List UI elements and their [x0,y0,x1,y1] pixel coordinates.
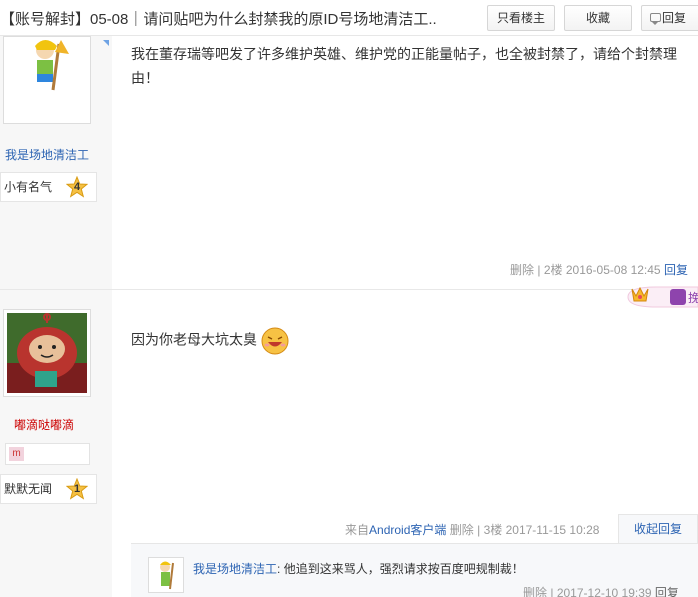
reply-button-label: 回复 [662,11,687,25]
teletubby-avatar-icon [7,313,87,393]
delete-link[interactable]: 删除 [523,586,547,597]
post-tail: 删除 | 2楼 2016-05-08 12:45 回复 [510,261,688,278]
delete-link[interactable]: 删除 [510,263,534,277]
sub-reply-content: 他追到这来骂人，强烈请求按百度吧规制裁！ [283,562,524,576]
separator: | [537,263,541,277]
fold-reply-button[interactable]: 收起回复 [618,514,698,544]
sub-reply-text: 我是场地清洁工: 他追到这来骂人，强烈请求按百度吧规制裁！ [193,560,524,577]
floor-number: 3楼 [483,523,503,537]
thread-title: 【账号解封】05-08｜请问贴吧为什么封禁我的原ID号场地清洁工.. [0,11,437,28]
level-badge[interactable]: 小有名气 4 [0,172,97,202]
favorite-button[interactable]: 收藏 [564,5,632,31]
source-prefix: 来自 [345,523,370,537]
level-star-icon: 4 [65,175,89,198]
thread-header: 【账号解封】05-08｜请问贴吧为什么封禁我的原ID号场地清洁工.. 只看楼主 … [0,0,698,36]
crown-icon[interactable]: 挽 [614,283,698,311]
level-number: 1 [73,483,81,495]
separator: | [477,523,481,537]
level-star-icon: 1 [65,477,89,500]
avatar[interactable] [3,36,91,124]
floor-number: 2楼 [543,263,563,277]
sub-reply-tail: 删除 | 2017-12-10 19:39 回复 [523,584,679,597]
username-text: 嘟滴哒嘟滴 [14,418,75,432]
sub-reply: 我是场地清洁工: 他追到这来骂人，强烈请求按百度吧规制裁！ 删除 | 2017-… [131,543,698,597]
level-badge[interactable]: 默默无闻 1 [0,474,97,504]
colon: : [277,562,281,576]
avatar[interactable] [3,309,91,397]
post-content: 我在董存瑞等吧发了许多维护英雄、维护党的正能量帖子，也全被封禁了，请给个封禁理由… [131,46,677,86]
reply-link[interactable]: 回复 [655,586,679,597]
svg-text:挽: 挽 [688,291,698,305]
post-time: 2016-05-08 12:45 [565,263,661,277]
post-tail: 来自Android客户端 删除 | 3楼 2017-11-15 10:28 [345,521,599,538]
member-badge[interactable]: m [5,443,90,465]
level-name: 默默无闻 [4,482,53,496]
post-text: 因为你老母大坑太臭 [131,331,257,348]
post-content: 因为你老母大坑太臭 [131,327,289,355]
delete-link[interactable]: 删除 [450,523,474,537]
reply-button[interactable]: 回复 [641,5,698,31]
badge-m-icon: m [9,447,24,461]
reply-link[interactable]: 回复 [664,263,688,277]
username[interactable]: 嘟滴哒嘟滴 [0,416,74,433]
corner-mark-icon [103,40,109,46]
sub-reply-username[interactable]: 我是场地清洁工 [193,562,277,576]
smile-emoji-icon [261,327,289,355]
username[interactable]: 我是场地清洁工 [5,146,89,163]
post-time: 2017-11-15 10:28 [505,523,600,537]
avatar[interactable] [148,557,184,593]
source-link[interactable]: Android客户端 [369,523,446,537]
sub-reply-time: 2017-12-10 19:39 [556,586,652,597]
level-number: 4 [73,181,81,193]
only-op-button[interactable]: 只看楼主 [487,5,555,31]
cleaner-avatar-icon [160,561,174,590]
cleaner-avatar-icon [7,40,87,92]
separator: | [550,586,554,597]
level-name: 小有名气 [4,180,53,194]
chat-bubble-icon [650,13,661,25]
